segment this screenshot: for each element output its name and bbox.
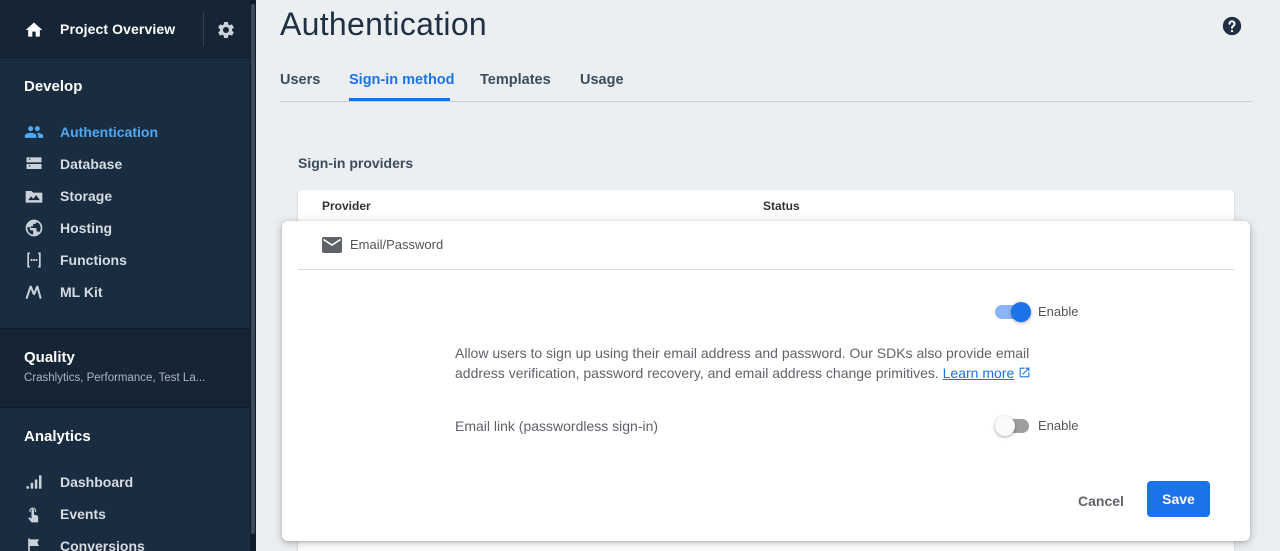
top-divider (203, 12, 204, 46)
email-link-enable-toggle[interactable] (995, 416, 1031, 436)
email-link-label: Email link (passwordless sign-in) (455, 418, 659, 434)
sidebar-item-label: Authentication (60, 124, 158, 140)
tab-usage[interactable]: Usage (580, 72, 624, 88)
project-overview-bar: Project Overview (0, 0, 250, 58)
sidebar-item-conversions[interactable]: Conversions (0, 530, 250, 551)
functions-icon (27, 252, 41, 268)
learn-more-text: Learn more (942, 365, 1015, 381)
sidebar-item-dashboard[interactable]: Dashboard (0, 466, 250, 498)
dialog-divider (298, 269, 1235, 270)
ml-kit-icon (25, 285, 42, 299)
enable-label: Enable (1038, 418, 1079, 433)
tab-templates[interactable]: Templates (480, 72, 551, 88)
cancel-button[interactable]: Cancel (1067, 483, 1135, 519)
sidebar-item-label: Storage (60, 188, 113, 204)
column-header-status[interactable]: Status (763, 199, 800, 213)
learn-more-link[interactable]: Learn more (943, 365, 1032, 381)
save-button[interactable]: Save (1147, 481, 1210, 517)
provider-description: Allow users to sign up using their email… (455, 343, 1065, 383)
active-tab-indicator (349, 98, 450, 101)
email-password-enable-toggle[interactable] (995, 302, 1031, 322)
toggle-knob (995, 416, 1015, 436)
sidebar-item-storage[interactable]: Storage (0, 180, 250, 212)
sidebar-item-label: ML Kit (60, 284, 103, 300)
sidebar-item-label: Dashboard (60, 474, 134, 490)
sidebar-item-label: Events (60, 506, 106, 522)
tab-bar: Users Sign-in method Templates Usage (280, 60, 1252, 102)
sidebar-divider (0, 407, 250, 408)
storage-icon (25, 191, 43, 203)
sign-in-providers-title: Sign-in providers (298, 155, 414, 171)
tab-sign-in-method[interactable]: Sign-in method (349, 72, 455, 88)
flag-icon (28, 538, 39, 551)
sidebar-item-database[interactable]: Database (0, 148, 250, 180)
toggle-knob (1011, 302, 1031, 322)
sidebar: Project Overview Develop Authentication … (0, 0, 256, 551)
sidebar-item-label: Functions (60, 252, 127, 268)
provider-name: Email/Password (350, 237, 444, 252)
section-title-analytics[interactable]: Analytics (24, 428, 91, 445)
sidebar-item-functions[interactable]: Functions (0, 244, 250, 276)
sidebar-item-label: Hosting (60, 220, 113, 236)
sidebar-item-events[interactable]: Events (0, 498, 250, 530)
people-icon (24, 126, 44, 138)
external-link-icon (1019, 367, 1030, 378)
enable-label: Enable (1038, 304, 1079, 319)
sidebar-item-label: Database (60, 156, 123, 172)
gear-icon[interactable] (216, 20, 236, 40)
sidebar-item-label: Conversions (60, 538, 145, 551)
column-header-provider[interactable]: Provider (322, 199, 371, 213)
sidebar-item-authentication[interactable]: Authentication (0, 116, 250, 148)
help-icon[interactable] (1222, 16, 1242, 36)
sidebar-item-ml-kit[interactable]: ML Kit (0, 276, 250, 308)
page-title: Authentication (280, 6, 488, 42)
globe-icon (25, 219, 43, 237)
section-title-quality[interactable]: Quality (24, 349, 75, 366)
sidebar-item-hosting[interactable]: Hosting (0, 212, 250, 244)
section-title-develop[interactable]: Develop (24, 78, 82, 95)
tab-users[interactable]: Users (280, 72, 320, 88)
touch-icon (28, 507, 39, 523)
email-password-dialog: Email/Password Enable Allow users to sig… (282, 221, 1250, 541)
mail-icon (322, 237, 342, 253)
scrollbar-thumb[interactable] (251, 4, 255, 534)
quality-section[interactable] (0, 329, 250, 407)
section-subtitle-quality: Crashlytics, Performance, Test La... (24, 372, 206, 384)
bar-chart-icon (26, 475, 42, 489)
main-content: Authentication Users Sign-in method Temp… (256, 0, 1280, 551)
database-icon (26, 157, 42, 169)
home-icon[interactable] (24, 20, 44, 40)
project-overview-link[interactable]: Project Overview (60, 21, 175, 37)
